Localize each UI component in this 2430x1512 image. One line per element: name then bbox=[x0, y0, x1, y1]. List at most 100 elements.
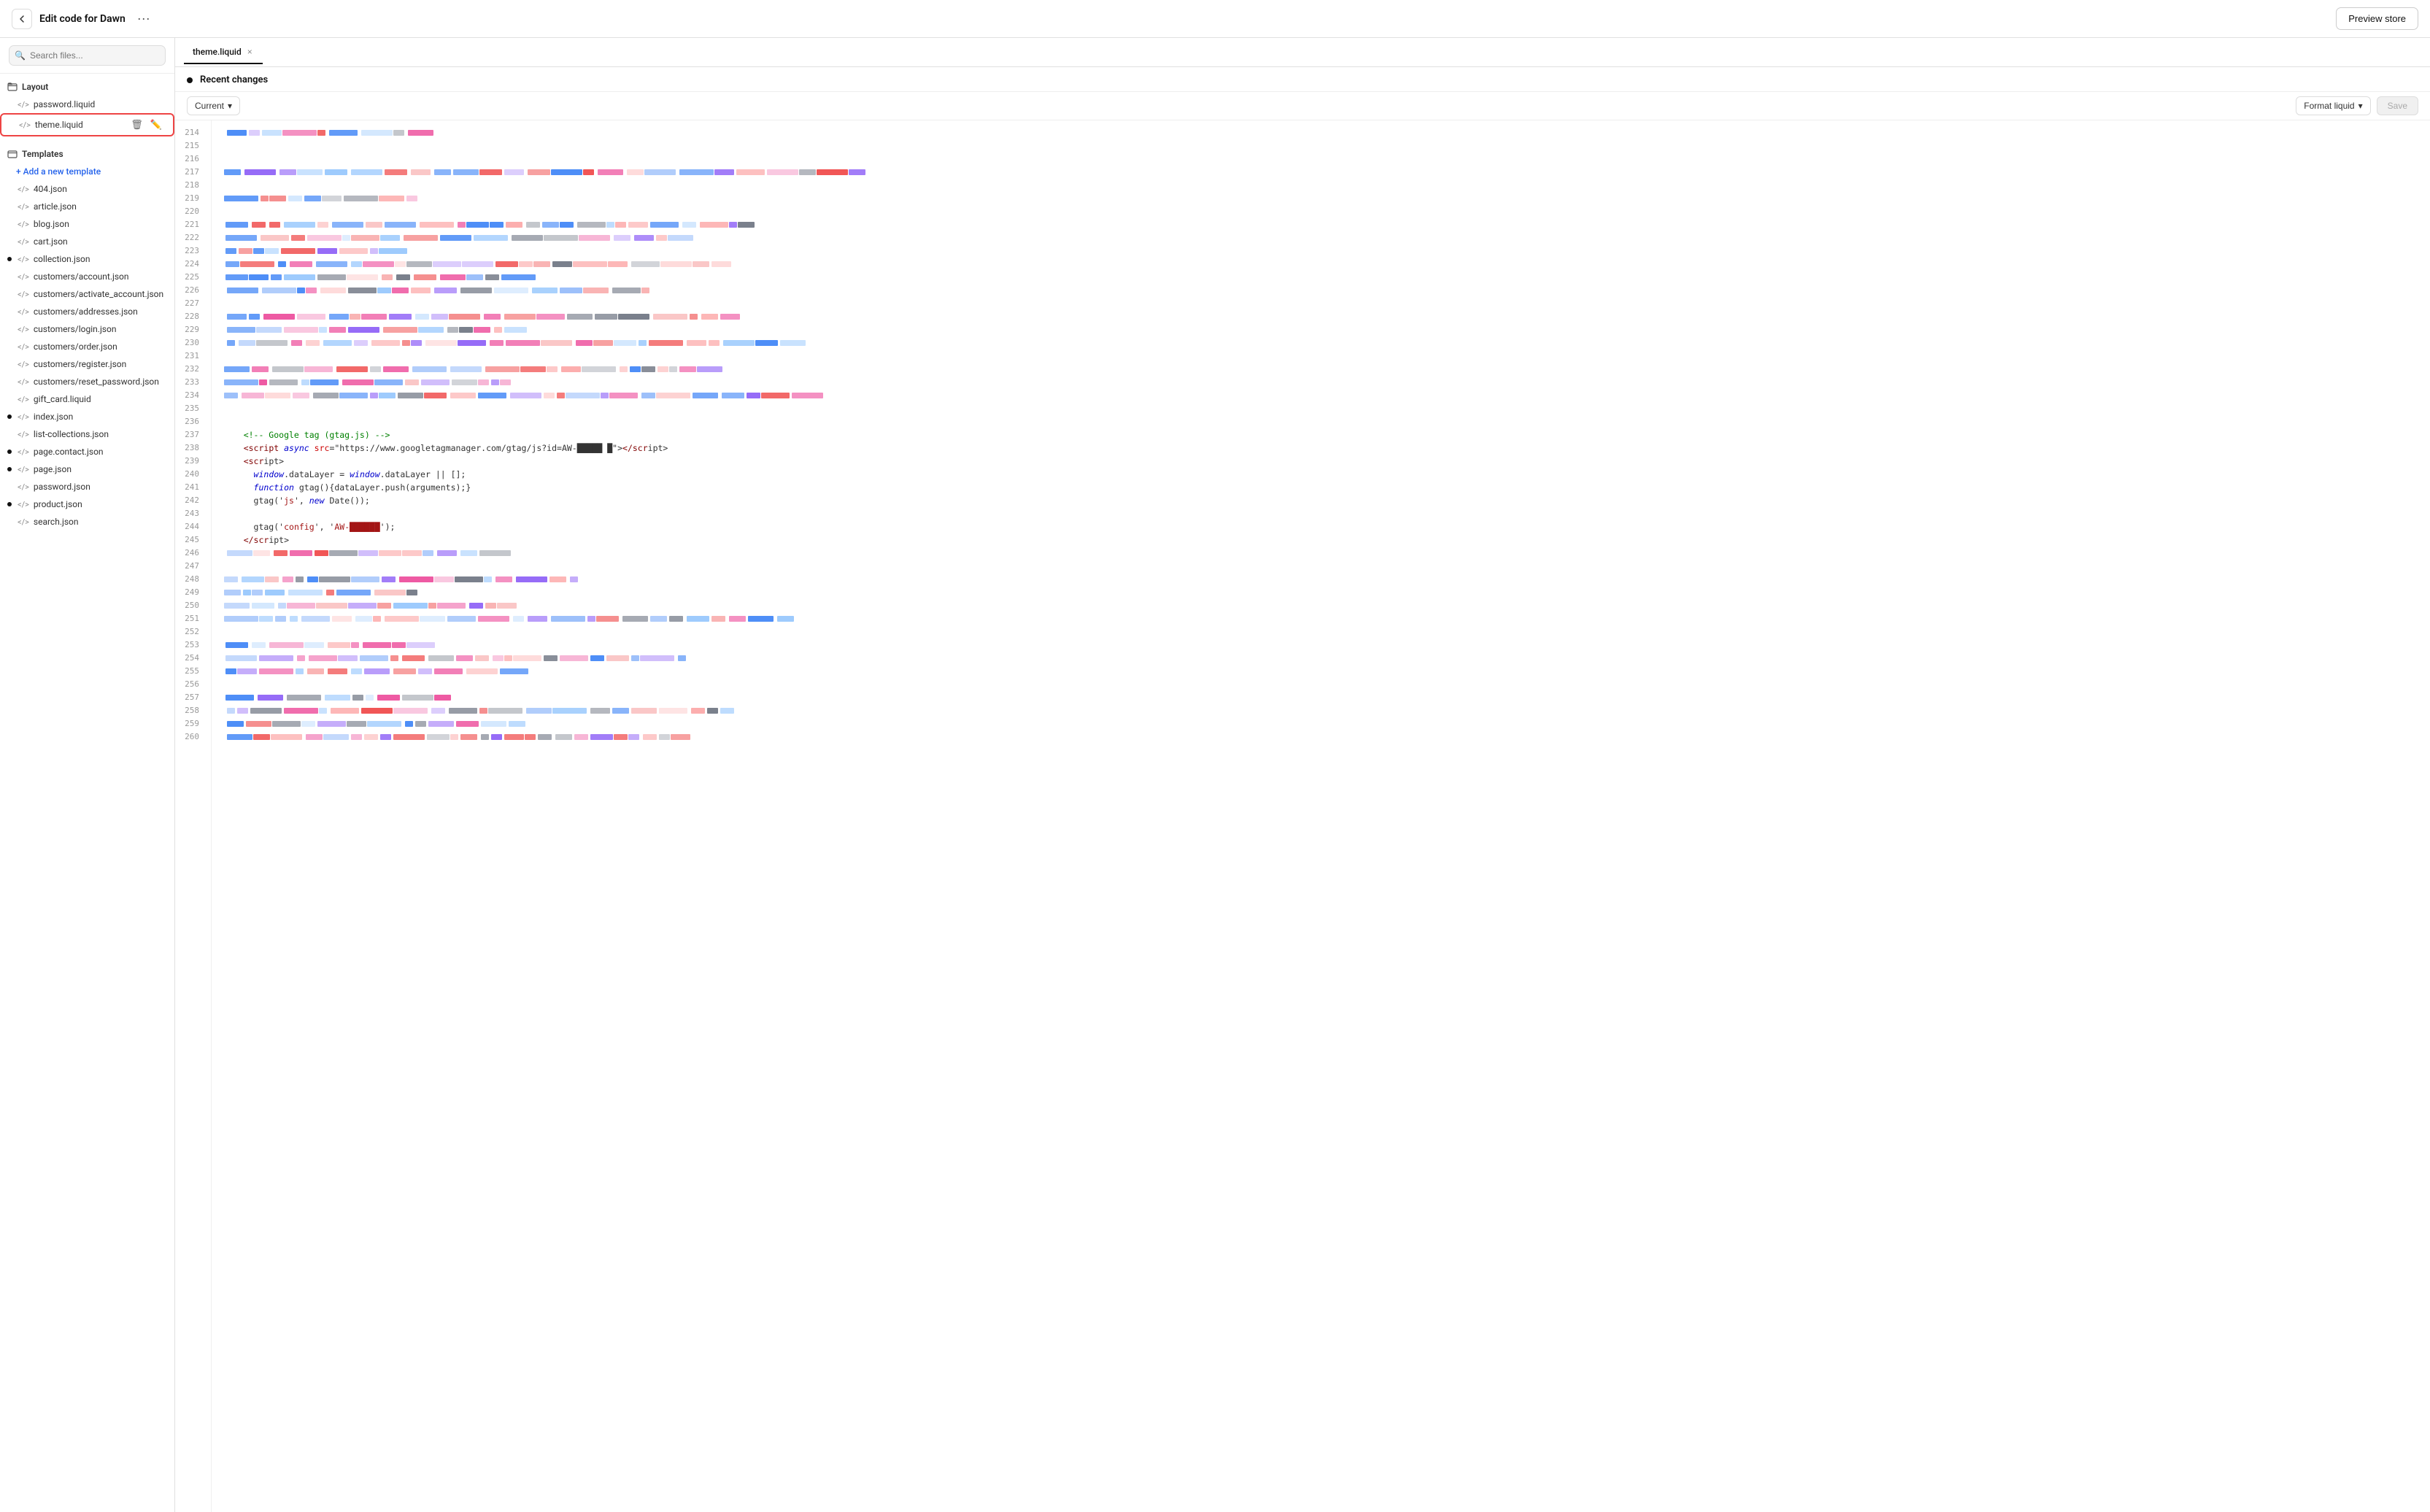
line-number: 216 bbox=[184, 153, 205, 166]
sidebar-item-login[interactable]: </>customers/login.json bbox=[0, 320, 174, 338]
sidebar-item-activate-account[interactable]: </>customers/activate_account.json bbox=[0, 285, 174, 303]
code-line bbox=[223, 126, 2418, 139]
code-line bbox=[223, 179, 2418, 192]
line-number: 219 bbox=[184, 192, 205, 205]
code-line bbox=[223, 297, 2418, 310]
line-number: 227 bbox=[184, 297, 205, 310]
line-number: 244 bbox=[184, 520, 205, 533]
sidebar-item-register[interactable]: </>customers/register.json bbox=[0, 355, 174, 373]
code-line bbox=[223, 625, 2418, 639]
back-button[interactable] bbox=[12, 9, 32, 29]
code-line bbox=[223, 612, 2418, 625]
code-line bbox=[223, 284, 2418, 297]
line-number: 257 bbox=[184, 691, 205, 704]
line-number: 217 bbox=[184, 166, 205, 179]
code-line: <scr​ipt> bbox=[223, 455, 2418, 468]
sidebar-item-addresses[interactable]: </>customers/addresses.json bbox=[0, 303, 174, 320]
line-number: 242 bbox=[184, 494, 205, 507]
sidebar-item-index[interactable]: </>index.json bbox=[0, 408, 174, 425]
sidebar-item-blog[interactable]: </>blog.json bbox=[0, 215, 174, 233]
code-line bbox=[223, 350, 2418, 363]
line-number: 238 bbox=[184, 441, 205, 455]
code-line bbox=[223, 704, 2418, 717]
code-line bbox=[223, 218, 2418, 231]
editor-area: theme.liquid × Recent changes Current ▾ … bbox=[175, 38, 2430, 1512]
recent-dot bbox=[187, 77, 193, 83]
code-content[interactable]: <!-- Google tag (gtag.js) --> <script as… bbox=[212, 120, 2430, 1512]
sidebar-item-order[interactable]: </>customers/order.json bbox=[0, 338, 174, 355]
line-number: 254 bbox=[184, 652, 205, 665]
line-number: 256 bbox=[184, 678, 205, 691]
search-wrap: 🔍 bbox=[9, 45, 166, 66]
preview-store-button[interactable]: Preview store bbox=[2336, 7, 2418, 30]
line-number: 223 bbox=[184, 244, 205, 258]
line-number: 240 bbox=[184, 468, 205, 481]
code-line bbox=[223, 573, 2418, 586]
line-number: 218 bbox=[184, 179, 205, 192]
code-line: window.dataLayer = window.dataLayer || [… bbox=[223, 468, 2418, 481]
save-button[interactable]: Save bbox=[2377, 96, 2418, 115]
tab-theme-liquid[interactable]: theme.liquid × bbox=[184, 41, 263, 64]
code-line bbox=[223, 665, 2418, 678]
sidebar-item-cart[interactable]: </>cart.json bbox=[0, 233, 174, 250]
more-options-button[interactable]: ··· bbox=[133, 9, 155, 28]
delete-button[interactable]: 🗑 bbox=[128, 118, 145, 131]
code-line bbox=[223, 547, 2418, 560]
line-number: 230 bbox=[184, 336, 205, 350]
current-label: Current bbox=[195, 101, 224, 111]
sidebar-item-theme-liquid[interactable]: </> theme.liquid 🗑 ✏️ bbox=[0, 113, 174, 136]
sidebar-item-article[interactable]: </>article.json bbox=[0, 198, 174, 215]
sidebar-item-collection[interactable]: </>collection.json bbox=[0, 250, 174, 268]
sidebar-item-reset-password[interactable]: </>customers/reset_password.json bbox=[0, 373, 174, 390]
line-number: 228 bbox=[184, 310, 205, 323]
line-number: 255 bbox=[184, 665, 205, 678]
sidebar-item-label: password.liquid bbox=[34, 99, 95, 109]
sidebar-item-password-liquid[interactable]: </> password.liquid bbox=[0, 96, 174, 113]
format-liquid-button[interactable]: Format liquid ▾ bbox=[2296, 96, 2370, 115]
code-line bbox=[223, 678, 2418, 691]
sidebar-item-list-collections[interactable]: </>list-collections.json bbox=[0, 425, 174, 443]
tab-bar: theme.liquid × bbox=[175, 38, 2430, 67]
search-input[interactable] bbox=[9, 45, 166, 66]
line-number: 237 bbox=[184, 428, 205, 441]
rename-button[interactable]: ✏️ bbox=[148, 118, 164, 131]
sidebar-item-page[interactable]: </>page.json bbox=[0, 460, 174, 478]
layout-group-header[interactable]: Layout bbox=[0, 78, 174, 96]
sidebar-item-product[interactable]: </>product.json bbox=[0, 495, 174, 513]
line-number: 233 bbox=[184, 376, 205, 389]
line-number: 247 bbox=[184, 560, 205, 573]
code-line bbox=[223, 363, 2418, 376]
search-box: 🔍 bbox=[0, 38, 174, 74]
code-editor[interactable]: 2142152162172182192202212222232242252262… bbox=[175, 120, 2430, 1512]
line-number: 232 bbox=[184, 363, 205, 376]
add-new-template-link[interactable]: + Add a new template bbox=[0, 163, 174, 180]
sidebar-item-page-contact[interactable]: </>page.contact.json bbox=[0, 443, 174, 460]
code-icon: </> bbox=[19, 120, 31, 130]
code-line bbox=[223, 599, 2418, 612]
header-left: Edit code for Dawn ··· bbox=[12, 9, 155, 29]
code-line bbox=[223, 231, 2418, 244]
code-line bbox=[223, 376, 2418, 389]
line-number: 252 bbox=[184, 625, 205, 639]
line-number: 249 bbox=[184, 586, 205, 599]
chevron-down-icon: ▾ bbox=[228, 101, 232, 111]
sidebar-item-search[interactable]: </>search.json bbox=[0, 513, 174, 531]
tab-close-button[interactable]: × bbox=[246, 47, 254, 56]
sidebar-item-customers-account[interactable]: </>customers/account.json bbox=[0, 268, 174, 285]
sidebar-item-gift-card[interactable]: </>gift_card.liquid bbox=[0, 390, 174, 408]
line-number: 258 bbox=[184, 704, 205, 717]
code-line: function gtag(){dataLayer.push(arguments… bbox=[223, 481, 2418, 494]
line-number: 221 bbox=[184, 218, 205, 231]
code-line bbox=[223, 323, 2418, 336]
templates-group-header[interactable]: Templates bbox=[0, 145, 174, 163]
code-line bbox=[223, 730, 2418, 744]
code-icon: </> bbox=[18, 100, 29, 109]
code-line: gtag('js', new Date()); bbox=[223, 494, 2418, 507]
code-line bbox=[223, 389, 2418, 402]
line-number: 215 bbox=[184, 139, 205, 153]
code-line: <!-- Google tag (gtag.js) --> bbox=[223, 428, 2418, 441]
current-dropdown-button[interactable]: Current ▾ bbox=[187, 96, 240, 115]
sidebar-item-password-json[interactable]: </>password.json bbox=[0, 478, 174, 495]
folder-icon bbox=[7, 149, 18, 159]
sidebar-item-404[interactable]: </>404.json bbox=[0, 180, 174, 198]
